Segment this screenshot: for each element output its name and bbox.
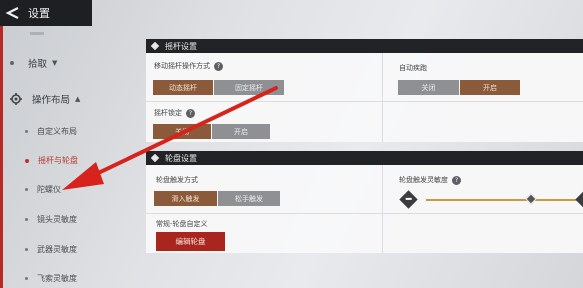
trigger-mode-label: 轮盘触发方式 — [156, 175, 198, 185]
back-arrow-icon[interactable] — [0, 0, 26, 26]
label-text: 自动疾跑 — [399, 64, 427, 72]
move-mode-label: 移动摇杆操作方式 ? — [154, 61, 223, 71]
custom-wheel-label: 常规-轮盘自定义 — [156, 219, 208, 229]
help-icon[interactable]: ? — [186, 108, 195, 118]
option-release-trigger[interactable]: 松手触发 — [218, 191, 280, 206]
joystick-lock-toggle: 关闭 开启 — [153, 124, 271, 139]
sensitivity-label: 轮盘触发灵敏度 ? — [399, 175, 461, 185]
trigger-mode-toggle: 滑入触发 松手触发 — [154, 191, 281, 206]
diamond-icon — [150, 153, 160, 163]
option-on[interactable]: 开启 — [460, 80, 520, 95]
sidebar-item-gyroscope[interactable]: 陀螺仪 — [25, 184, 61, 195]
sidebar-item-label: 镜头灵敏度 — [37, 215, 77, 224]
label-text: 轮盘触发方式 — [156, 176, 198, 184]
plus-icon[interactable] — [575, 190, 583, 209]
sidebar-item-weapon-sensitivity[interactable]: 武器灵敏度 — [25, 244, 77, 255]
label-text: 移动摇杆操作方式 — [154, 62, 210, 70]
option-slide-trigger[interactable]: 滑入触发 — [154, 191, 217, 206]
column-divider — [382, 165, 383, 253]
label-text: 常规-轮盘自定义 — [156, 220, 208, 228]
sidebar-item-camera-sensitivity[interactable]: 镜头灵敏度 — [25, 214, 77, 225]
sidebar-item-custom-layout[interactable]: 自定义布局 — [25, 126, 77, 137]
panel-header: 轮盘设置 — [146, 151, 583, 165]
gear-icon — [10, 93, 22, 105]
panel-title: 摇杆设置 — [165, 41, 197, 51]
wheel-settings-panel: 轮盘设置 轮盘触发方式 滑入触发 松手触发 轮盘触发灵敏度 ? 常规-轮盘自定义… — [146, 151, 583, 253]
bullet-icon — [10, 61, 14, 65]
bullet-icon — [25, 130, 28, 133]
row-divider — [146, 213, 583, 214]
joystick-settings-panel: 摇杆设置 移动摇杆操作方式 ? 动态摇杆 固定摇杆 自动疾跑 关闭 开启 摇杆锁… — [146, 39, 583, 142]
sidebar-item-label: 飞索灵敏度 — [37, 274, 77, 283]
sidebar-item-label: 武器灵敏度 — [37, 245, 77, 254]
top-bar: 设置 — [0, 0, 92, 26]
panel-title: 轮盘设置 — [165, 153, 197, 163]
sidebar-group-layout[interactable]: 操作布局 ▲ — [10, 92, 80, 106]
chevron-up-icon: ▲ — [75, 95, 81, 103]
bullet-icon — [25, 158, 29, 163]
sidebar-scroll-stub — [30, 32, 44, 35]
sidebar: 拾取 ▼ 操作布局 ▲ 自定义布局 摇杆与轮盘 陀螺仪 镜头灵敏度 武器灵敏度 — [0, 26, 130, 288]
joystick-lock-label: 摇杆锁定 ? — [154, 108, 195, 118]
sidebar-group-label: 操作布局 — [32, 95, 71, 106]
option-on[interactable]: 开启 — [212, 124, 270, 139]
column-divider — [382, 53, 383, 142]
help-icon[interactable]: ? — [214, 61, 223, 71]
option-off[interactable]: 关闭 — [398, 80, 459, 95]
edit-wheel-button[interactable]: 编辑轮盘 — [156, 232, 225, 251]
sidebar-item-label: 摇杆与轮盘 — [38, 156, 78, 165]
sidebar-item-label: 陀螺仪 — [37, 185, 61, 194]
option-dynamic-joystick[interactable]: 动态摇杆 — [153, 80, 213, 95]
page-title: 设置 — [28, 7, 50, 20]
bullet-icon — [25, 188, 28, 191]
sensitivity-slider[interactable] — [426, 199, 583, 201]
bullet-icon — [25, 218, 28, 221]
sidebar-group-label: 拾取 — [28, 59, 48, 70]
sidebar-item-grapple-sensitivity[interactable]: 飞索灵敏度 — [25, 273, 77, 284]
move-mode-toggle: 动态摇杆 固定摇杆 — [153, 80, 285, 95]
label-text: 摇杆锁定 — [154, 109, 182, 117]
option-fixed-joystick[interactable]: 固定摇杆 — [214, 80, 284, 95]
option-off[interactable]: 关闭 — [153, 124, 211, 139]
slider-thumb[interactable] — [525, 193, 537, 205]
help-icon[interactable]: ? — [452, 175, 461, 185]
chevron-down-icon: ▼ — [52, 59, 58, 67]
label-text: 轮盘触发灵敏度 — [399, 176, 448, 184]
sidebar-item-joystick-wheel[interactable]: 摇杆与轮盘 — [25, 155, 78, 166]
sidebar-item-label: 自定义布局 — [37, 127, 77, 136]
diamond-icon — [150, 41, 160, 51]
auto-run-toggle: 关闭 开启 — [398, 80, 521, 95]
row-divider — [146, 101, 583, 102]
sidebar-group-pickup[interactable]: 拾取 ▼ — [10, 56, 57, 70]
minus-icon[interactable] — [399, 190, 418, 209]
bullet-icon — [25, 248, 28, 251]
panel-header: 摇杆设置 — [146, 39, 583, 53]
auto-run-label: 自动疾跑 — [399, 63, 427, 73]
bullet-icon — [25, 277, 28, 280]
